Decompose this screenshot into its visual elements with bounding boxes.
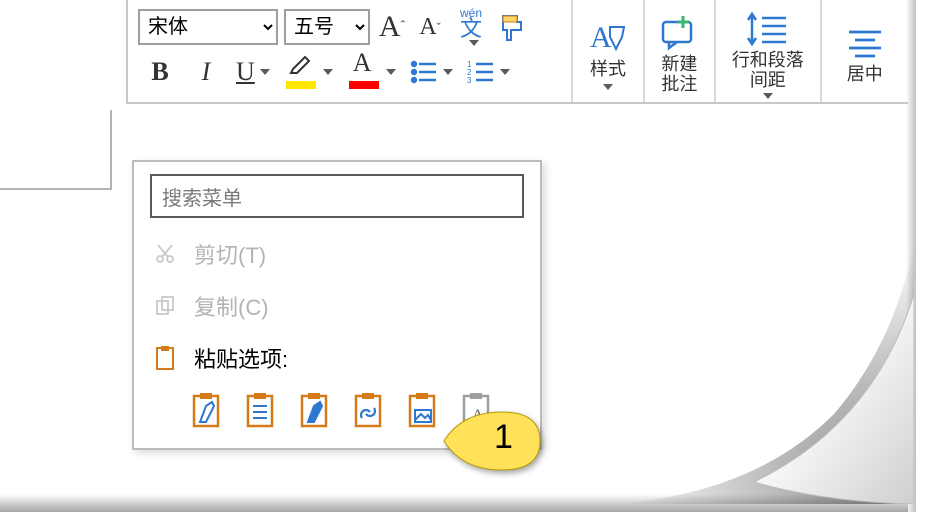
- format-painter-icon[interactable]: [496, 9, 528, 45]
- menu-search-input[interactable]: 搜索菜单: [150, 174, 524, 218]
- paste-options-label: 粘贴选项:: [194, 342, 288, 374]
- svg-text:3: 3: [467, 76, 472, 84]
- ribbon: 宋体 五号 Aˆ Aˇ wén 文: [126, 0, 908, 104]
- callout-marker-1: 1: [442, 410, 542, 472]
- clipboard-icon: [152, 345, 178, 371]
- page-curl: [554, 244, 914, 504]
- styles-button[interactable]: A 样式: [588, 18, 628, 90]
- bullet-list-button[interactable]: [410, 54, 453, 90]
- cut-menu-item[interactable]: 剪切(T): [134, 228, 540, 280]
- copy-icon: [152, 295, 178, 317]
- font-group: 宋体 五号 Aˆ Aˇ wén 文: [128, 0, 573, 102]
- comment-group: 新建 批注: [645, 0, 716, 102]
- svg-text:A: A: [590, 21, 612, 54]
- copy-menu-item[interactable]: 复制(C): [134, 280, 540, 332]
- shadow-bottom: [0, 494, 908, 512]
- phonetic-guide-button[interactable]: wén 文: [452, 9, 490, 45]
- shrink-font-button[interactable]: Aˇ: [414, 9, 446, 45]
- paste-use-destination-theme[interactable]: [298, 390, 334, 430]
- font-color-button[interactable]: A: [347, 54, 396, 90]
- new-comment-button[interactable]: 新建 批注: [659, 13, 699, 95]
- font-name-select[interactable]: 宋体: [138, 9, 278, 45]
- paste-merge-formatting[interactable]: [244, 390, 280, 430]
- italic-button[interactable]: I: [190, 54, 222, 90]
- styles-group: A 样式: [573, 0, 644, 102]
- shadow-right: [906, 0, 916, 512]
- context-menu: 搜索菜单 剪切(T) 复制(C): [132, 160, 542, 450]
- center-align-button[interactable]: 居中: [845, 23, 885, 85]
- paste-as-link[interactable]: [352, 390, 388, 430]
- font-color-swatch: [349, 81, 379, 89]
- cut-label: 剪切(T): [194, 238, 266, 270]
- underline-button[interactable]: U: [236, 54, 270, 90]
- paste-as-picture[interactable]: [406, 390, 442, 430]
- font-size-select[interactable]: 五号: [284, 9, 370, 45]
- callout-number: 1: [494, 418, 513, 457]
- paste-options-header: 粘贴选项:: [134, 332, 540, 384]
- line-spacing-button[interactable]: 行和段落 间距: [732, 9, 804, 99]
- align-group: 居中: [822, 0, 908, 102]
- scissors-icon: [152, 243, 178, 265]
- highlight-color-button[interactable]: [284, 54, 333, 90]
- paste-keep-source-formatting[interactable]: [190, 390, 226, 430]
- numbered-list-button[interactable]: 1 2 3: [467, 54, 510, 90]
- copy-label: 复制(C): [194, 290, 269, 322]
- highlight-color-swatch: [286, 81, 316, 89]
- bold-button[interactable]: B: [144, 54, 176, 90]
- grow-font-button[interactable]: Aˆ: [376, 9, 408, 45]
- paragraph-group: 行和段落 间距: [716, 0, 822, 102]
